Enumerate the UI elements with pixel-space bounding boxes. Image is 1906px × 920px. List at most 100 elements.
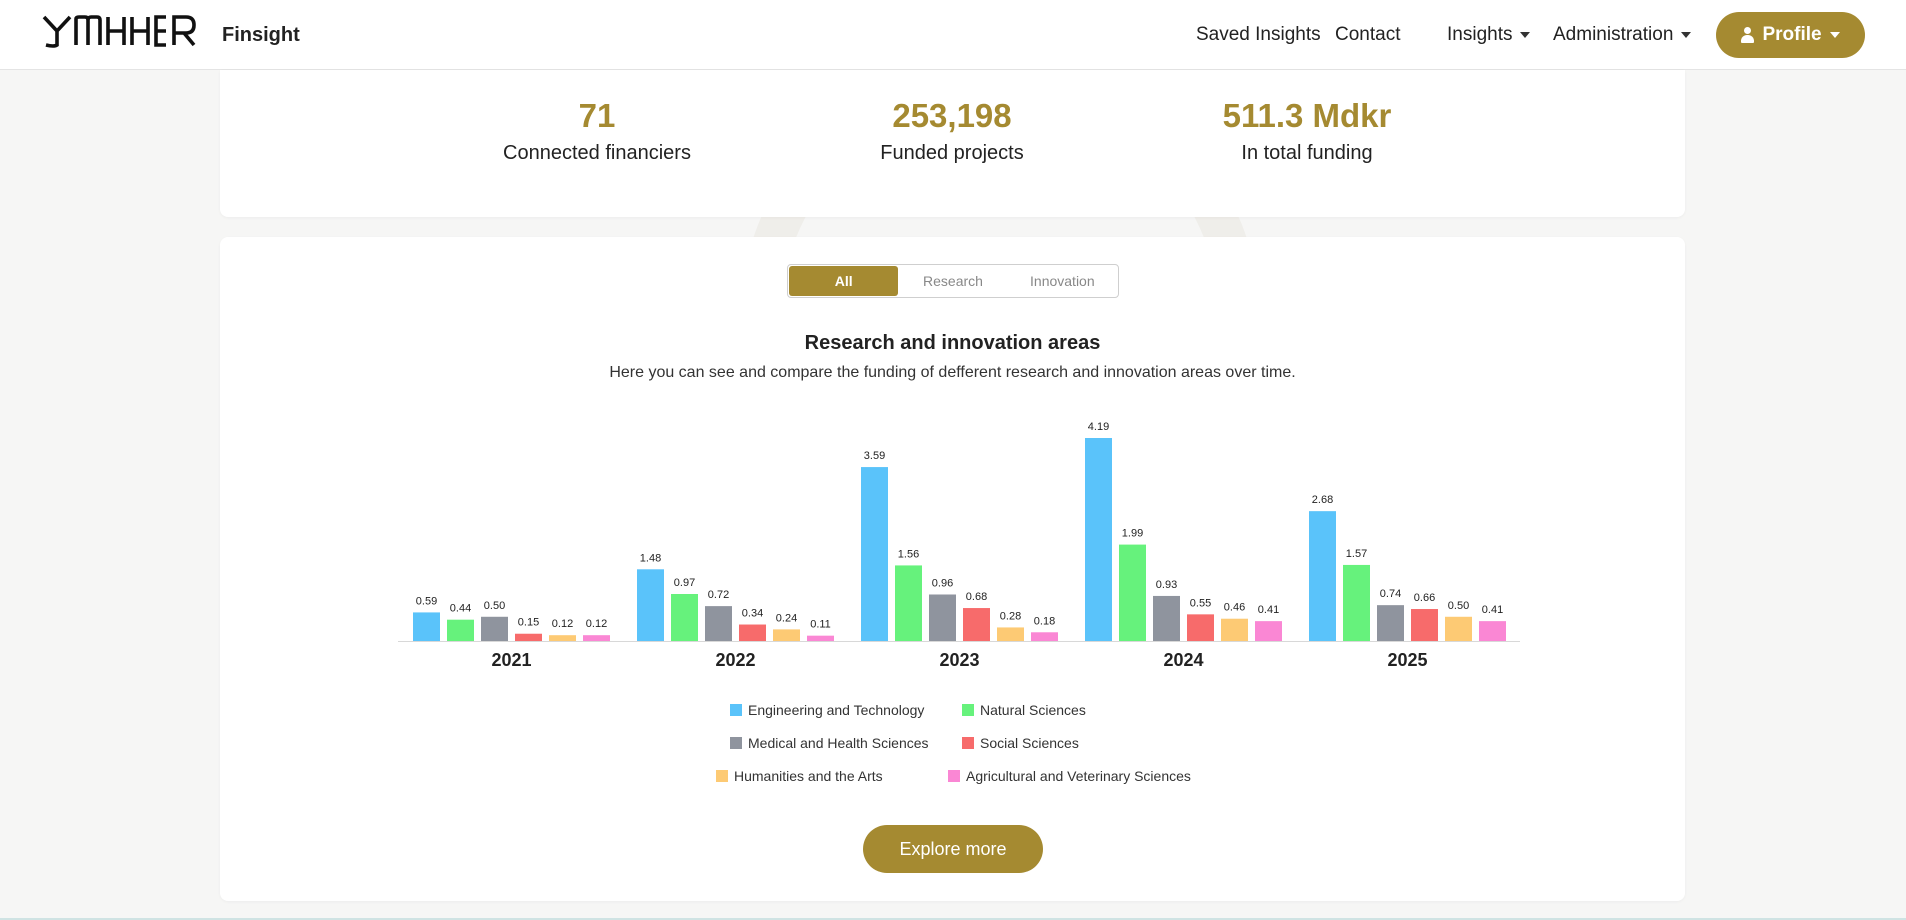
- legend-swatch: [948, 770, 960, 782]
- bar[interactable]: [583, 635, 610, 641]
- bar[interactable]: [1445, 616, 1472, 641]
- stat-funded-projects: 253,198 Funded projects: [802, 96, 1102, 165]
- legend-item[interactable]: Medical and Health Sciences: [730, 735, 929, 751]
- stat-value: 511.3 Mdkr: [1222, 97, 1392, 134]
- bar[interactable]: [549, 635, 576, 641]
- data-label: 0.12: [552, 618, 573, 630]
- bar[interactable]: [1411, 609, 1438, 641]
- bar[interactable]: [1031, 632, 1058, 641]
- data-label: 4.19: [1088, 421, 1109, 433]
- bar[interactable]: [929, 594, 956, 641]
- bar[interactable]: [1119, 544, 1146, 641]
- data-label: 1.57: [1346, 548, 1367, 560]
- x-tick-label: 2021: [491, 650, 531, 670]
- stat-label: Connected financiers: [503, 142, 691, 164]
- bar-chart: 0.59 0.44 0.50 0.15 0.12 0.12 2021 1.48 0.97 0.72…: [398, 421, 1520, 670]
- data-label: 0.41: [1258, 604, 1279, 616]
- bar[interactable]: [997, 627, 1024, 641]
- nav-administration-label: Administration: [1553, 24, 1674, 45]
- app-name: Finsight: [222, 24, 300, 46]
- bar[interactable]: [1187, 614, 1214, 641]
- bar[interactable]: [1085, 438, 1112, 641]
- stat-value: 71: [578, 97, 616, 134]
- legend-label: Natural Sciences: [980, 702, 1086, 718]
- profile-button[interactable]: Profile: [1716, 12, 1865, 58]
- data-label: 0.72: [708, 589, 729, 601]
- data-label: 0.74: [1380, 588, 1401, 600]
- chart-card: All Research Innovation Research and inn…: [220, 237, 1685, 901]
- bar[interactable]: [1153, 595, 1180, 641]
- x-tick-label: 2022: [715, 650, 755, 670]
- bar[interactable]: [637, 569, 664, 641]
- profile-label: Profile: [1762, 24, 1822, 45]
- data-label: 0.24: [776, 612, 797, 624]
- data-label: 1.99: [1122, 528, 1143, 540]
- bar[interactable]: [807, 635, 834, 641]
- x-tick-label: 2024: [1163, 650, 1203, 670]
- stat-total-funding: 511.3 Mdkr In total funding: [1157, 96, 1457, 165]
- data-label: 0.96: [932, 577, 953, 589]
- legend-label: Humanities and the Arts: [734, 768, 883, 784]
- data-label: 0.50: [484, 600, 505, 612]
- bar[interactable]: [413, 612, 440, 641]
- data-label: 0.34: [742, 608, 763, 620]
- nav-contact[interactable]: Contact: [1335, 24, 1400, 46]
- legend-item[interactable]: Natural Sciences: [962, 702, 1086, 718]
- explore-more-button[interactable]: Explore more: [863, 825, 1043, 873]
- legend-swatch: [962, 737, 974, 749]
- bar[interactable]: [671, 594, 698, 641]
- chevron-down-icon: [1520, 31, 1531, 38]
- data-label: 0.18: [1034, 615, 1055, 627]
- data-label: 0.15: [518, 617, 539, 629]
- bar[interactable]: [705, 606, 732, 641]
- x-tick-label: 2025: [1387, 650, 1427, 670]
- nav-administration-dropdown[interactable]: Administration: [1553, 24, 1692, 46]
- stat-value: 253,198: [892, 97, 1012, 134]
- nav-insights-dropdown[interactable]: Insights: [1447, 24, 1531, 46]
- data-label: 1.48: [640, 552, 661, 564]
- bar[interactable]: [1221, 618, 1248, 641]
- data-label: 0.46: [1224, 602, 1245, 614]
- bar[interactable]: [861, 467, 888, 641]
- data-label: 0.44: [450, 603, 471, 615]
- bar[interactable]: [739, 624, 766, 641]
- nav-saved-insights[interactable]: Saved Insights: [1196, 24, 1321, 46]
- data-label: 2.68: [1312, 494, 1333, 506]
- legend-swatch: [730, 737, 742, 749]
- bar[interactable]: [515, 633, 542, 641]
- chevron-down-icon: [1829, 32, 1840, 38]
- legend-label: Agricultural and Veterinary Sciences: [966, 768, 1191, 784]
- stat-label: In total funding: [1241, 142, 1373, 164]
- data-label: 3.59: [864, 450, 885, 462]
- bar[interactable]: [1309, 511, 1336, 641]
- legend-label: Medical and Health Sciences: [748, 735, 929, 751]
- data-label: 1.56: [898, 548, 919, 560]
- data-label: 0.11: [810, 619, 831, 631]
- bar[interactable]: [895, 565, 922, 641]
- bar[interactable]: [1343, 564, 1370, 641]
- bar[interactable]: [481, 616, 508, 641]
- legend-label: Social Sciences: [980, 735, 1079, 751]
- top-navbar: Finsight Saved Insights Contact Insights…: [0, 0, 1906, 70]
- legend-item[interactable]: Social Sciences: [962, 735, 1079, 751]
- bar[interactable]: [1377, 605, 1404, 641]
- data-label: 0.50: [1448, 600, 1469, 612]
- bar[interactable]: [773, 629, 800, 641]
- bar[interactable]: [447, 619, 474, 641]
- data-label: 0.55: [1190, 597, 1211, 609]
- bar[interactable]: [1255, 621, 1282, 641]
- chevron-down-icon: [1681, 31, 1692, 38]
- stats-card: 71 Connected financiers 253,198 Funded p…: [220, 70, 1685, 217]
- legend-item[interactable]: Engineering and Technology: [730, 702, 924, 718]
- bar[interactable]: [963, 608, 990, 641]
- data-label: 0.12: [586, 618, 607, 630]
- legend-item[interactable]: Humanities and the Arts: [716, 768, 883, 784]
- bar[interactable]: [1479, 621, 1506, 641]
- user-icon: [1741, 27, 1755, 43]
- stat-label: Funded projects: [880, 142, 1024, 164]
- data-label: 0.28: [1000, 610, 1021, 622]
- nav-insights-label: Insights: [1447, 24, 1513, 45]
- legend-item[interactable]: Agricultural and Veterinary Sciences: [948, 768, 1191, 784]
- data-label: 0.66: [1414, 592, 1435, 604]
- data-label: 0.59: [416, 595, 437, 607]
